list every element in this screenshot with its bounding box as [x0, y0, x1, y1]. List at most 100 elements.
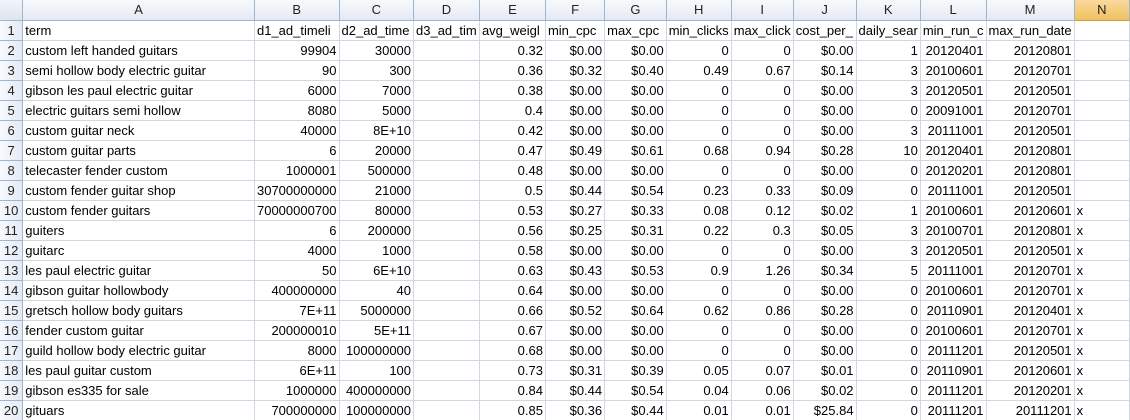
cell-n10[interactable]: x [1074, 200, 1130, 221]
row-header[interactable]: 1 [0, 20, 24, 41]
cell-b2[interactable]: 99904 [254, 40, 340, 61]
cell-m2[interactable]: 20120801 [986, 40, 1075, 61]
cell-m1[interactable]: max_run_date [986, 20, 1075, 41]
cell-n17[interactable]: x [1074, 340, 1130, 361]
cell-j17[interactable]: $0.00 [793, 340, 857, 361]
cell-d12[interactable] [413, 240, 480, 261]
cell-h17[interactable]: 0 [666, 340, 732, 361]
cell-f1[interactable]: min_cpc [545, 20, 606, 41]
cell-n15[interactable]: x [1074, 300, 1130, 321]
cell-l7[interactable]: 20120401 [920, 140, 987, 161]
cell-n2[interactable] [1074, 40, 1130, 61]
cell-a4[interactable]: gibson les paul electric guitar [22, 80, 255, 101]
cell-h10[interactable]: 0.08 [666, 200, 732, 221]
cell-g13[interactable]: $0.53 [604, 260, 667, 281]
row-header[interactable]: 13 [0, 260, 24, 281]
cell-d13[interactable] [413, 260, 480, 281]
cell-a10[interactable]: custom fender guitars [22, 200, 255, 221]
column-header-a[interactable]: A [22, 0, 255, 21]
cell-f9[interactable]: $0.44 [545, 180, 606, 201]
cell-b13[interactable]: 50 [254, 260, 340, 281]
cell-j11[interactable]: $0.05 [793, 220, 857, 241]
cell-b4[interactable]: 6000 [254, 80, 340, 101]
cell-h9[interactable]: 0.23 [666, 180, 732, 201]
cell-b3[interactable]: 90 [254, 60, 340, 81]
cell-g6[interactable]: $0.00 [604, 120, 667, 141]
cell-g18[interactable]: $0.39 [604, 360, 667, 381]
cell-c9[interactable]: 21000 [339, 180, 415, 201]
cell-l17[interactable]: 20111201 [920, 340, 987, 361]
cell-e4[interactable]: 0.38 [479, 80, 546, 101]
cell-h20[interactable]: 0.01 [666, 400, 732, 420]
row-header[interactable]: 20 [0, 400, 24, 420]
cell-b8[interactable]: 1000001 [254, 160, 340, 181]
cell-f7[interactable]: $0.49 [545, 140, 606, 161]
cell-l1[interactable]: min_run_c [920, 20, 987, 41]
cell-e9[interactable]: 0.5 [479, 180, 546, 201]
cell-m19[interactable]: 20120201 [986, 380, 1075, 401]
cell-h13[interactable]: 0.9 [666, 260, 732, 281]
cell-l16[interactable]: 20100601 [920, 320, 987, 341]
cell-m4[interactable]: 20120501 [986, 80, 1075, 101]
cell-c5[interactable]: 5000 [339, 100, 415, 121]
cell-d1[interactable]: d3_ad_tim [413, 20, 480, 41]
cell-m18[interactable]: 20120601 [986, 360, 1075, 381]
cell-f5[interactable]: $0.00 [545, 100, 606, 121]
cell-a18[interactable]: les paul guitar custom [22, 360, 255, 381]
cell-b9[interactable]: 30700000000 [254, 180, 340, 201]
cell-e11[interactable]: 0.56 [479, 220, 546, 241]
cell-l20[interactable]: 20111201 [920, 400, 987, 420]
cell-e12[interactable]: 0.58 [479, 240, 546, 261]
cell-c6[interactable]: 8E+10 [339, 120, 415, 141]
cell-n4[interactable] [1074, 80, 1130, 101]
cell-l3[interactable]: 20100601 [920, 60, 987, 81]
row-header[interactable]: 10 [0, 200, 24, 221]
cell-i6[interactable]: 0 [731, 120, 794, 141]
cell-c19[interactable]: 400000000 [339, 380, 415, 401]
cell-k3[interactable]: 3 [856, 60, 921, 81]
cell-g19[interactable]: $0.54 [604, 380, 667, 401]
column-header-b[interactable]: B [254, 0, 340, 21]
cell-b12[interactable]: 4000 [254, 240, 340, 261]
cell-c11[interactable]: 200000 [339, 220, 415, 241]
cell-e6[interactable]: 0.42 [479, 120, 546, 141]
column-header-m[interactable]: M [986, 0, 1075, 21]
cell-n12[interactable]: x [1074, 240, 1130, 261]
cell-n14[interactable]: x [1074, 280, 1130, 301]
cell-n5[interactable] [1074, 100, 1130, 121]
row-header[interactable]: 12 [0, 240, 24, 261]
cell-d18[interactable] [413, 360, 480, 381]
cell-n6[interactable] [1074, 120, 1130, 141]
cell-i14[interactable]: 0 [731, 280, 794, 301]
cell-m15[interactable]: 20120401 [986, 300, 1075, 321]
column-header-c[interactable]: C [339, 0, 415, 21]
cell-a7[interactable]: custom guitar parts [22, 140, 255, 161]
cell-k14[interactable]: 0 [856, 280, 921, 301]
cell-l2[interactable]: 20120401 [920, 40, 987, 61]
cell-n11[interactable]: x [1074, 220, 1130, 241]
cell-c3[interactable]: 300 [339, 60, 415, 81]
cell-i7[interactable]: 0.94 [731, 140, 794, 161]
cell-j12[interactable]: $0.00 [793, 240, 857, 261]
cell-m8[interactable]: 20120801 [986, 160, 1075, 181]
cell-n18[interactable]: x [1074, 360, 1130, 381]
cell-j9[interactable]: $0.09 [793, 180, 857, 201]
cell-k20[interactable]: 0 [856, 400, 921, 420]
cell-h6[interactable]: 0 [666, 120, 732, 141]
cell-a6[interactable]: custom guitar neck [22, 120, 255, 141]
cell-e10[interactable]: 0.53 [479, 200, 546, 221]
cell-a2[interactable]: custom left handed guitars [22, 40, 255, 61]
column-header-e[interactable]: E [479, 0, 546, 21]
cell-e17[interactable]: 0.68 [479, 340, 546, 361]
cell-e18[interactable]: 0.73 [479, 360, 546, 381]
cell-i12[interactable]: 0 [731, 240, 794, 261]
cell-a16[interactable]: fender custom guitar [22, 320, 255, 341]
cell-j6[interactable]: $0.00 [793, 120, 857, 141]
column-header-l[interactable]: L [920, 0, 987, 21]
cell-e5[interactable]: 0.4 [479, 100, 546, 121]
cell-n13[interactable]: x [1074, 260, 1130, 281]
cell-m10[interactable]: 20120601 [986, 200, 1075, 221]
cell-h19[interactable]: 0.04 [666, 380, 732, 401]
cell-f20[interactable]: $0.36 [545, 400, 606, 420]
cell-f16[interactable]: $0.00 [545, 320, 606, 341]
